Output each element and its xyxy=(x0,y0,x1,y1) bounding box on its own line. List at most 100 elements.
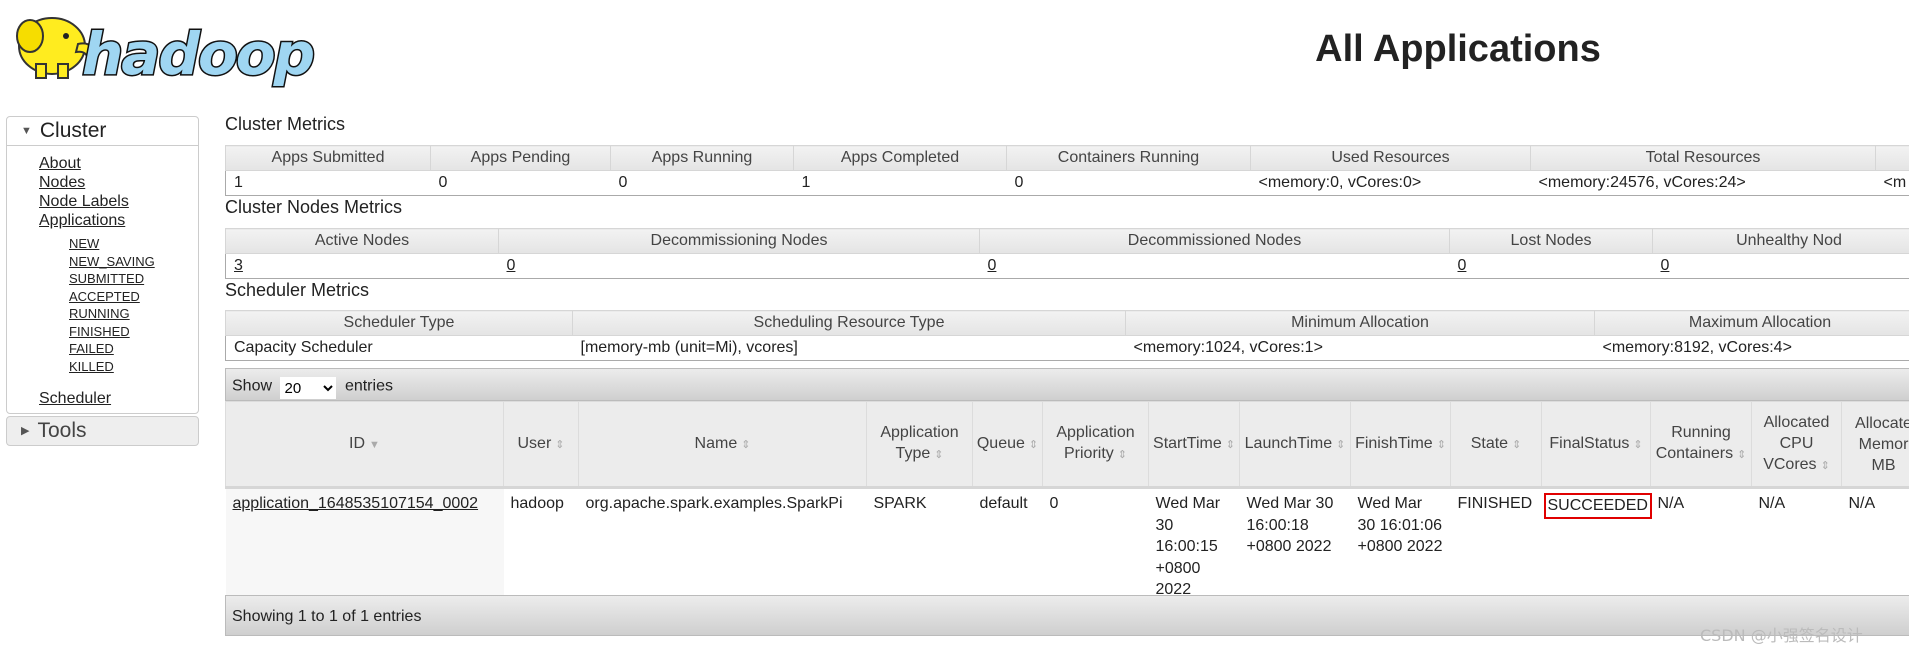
column-header-label: Allocate Memor MB xyxy=(1855,414,1909,474)
sort-icon[interactable]: ⇕ xyxy=(1737,449,1746,461)
app-state-finished[interactable]: FINISHED xyxy=(7,323,198,341)
table-cell: SUCCEEDED xyxy=(1542,488,1652,605)
cluster_metrics-value: 0 xyxy=(430,170,611,196)
column-header[interactable]: FinishTime ⇕ xyxy=(1350,401,1451,489)
scheduler_metrics-value: [memory-mb (unit=Mi), vcores] xyxy=(572,335,1126,361)
column-header[interactable]: Application Priority ⇕ xyxy=(1042,401,1149,489)
sidebar-link-scheduler[interactable]: Scheduler xyxy=(7,389,198,408)
sort-icon[interactable]: ⇕ xyxy=(934,449,943,461)
sidebar-link-node-labels[interactable]: Node Labels xyxy=(7,192,198,211)
sort-icon[interactable]: ⇕ xyxy=(741,439,750,451)
column-header-label: State xyxy=(1470,434,1509,452)
column-header[interactable]: Allocated CPU VCores ⇕ xyxy=(1751,401,1842,489)
column-header-label: ID xyxy=(349,434,366,452)
cluster_metrics-header: Used Resources xyxy=(1250,145,1531,171)
cluster_metrics-value: 1 xyxy=(793,170,1007,196)
sort-icon[interactable]: ⇕ xyxy=(555,439,564,451)
cluster-header[interactable]: ▼ Cluster xyxy=(7,117,198,146)
nodes_metrics-value: 0 xyxy=(1449,253,1653,279)
scheduler_metrics-header: Scheduling Resource Type xyxy=(572,310,1126,336)
table-cell: hadoop xyxy=(510,495,564,512)
app-state-failed[interactable]: FAILED xyxy=(7,340,198,358)
cluster_metrics-value: <memory:24576, vCores:24> xyxy=(1530,170,1876,196)
entries-label: entries xyxy=(344,377,393,395)
table-cell: application_1648535107154_0002 xyxy=(225,487,504,605)
show-label: Show xyxy=(232,377,273,395)
column-header[interactable]: User ⇕ xyxy=(503,401,579,489)
scheduler_metrics-header: Scheduler Type xyxy=(225,310,573,336)
nodes_metrics-value: 0 xyxy=(498,253,980,279)
column-header[interactable]: Queue ⇕ xyxy=(972,401,1043,489)
page-size-select[interactable]: 20 xyxy=(280,377,337,399)
app-state-new[interactable]: NEW xyxy=(7,235,198,253)
column-header[interactable]: FinalStatus ⇕ xyxy=(1541,401,1651,489)
nodes_metrics-header: Lost Nodes xyxy=(1449,228,1653,254)
app-state-killed[interactable]: KILLED xyxy=(7,358,198,376)
svg-text:hadoop: hadoop xyxy=(82,20,314,88)
nodes_metrics-value: 0 xyxy=(979,253,1450,279)
app-state-accepted[interactable]: ACCEPTED xyxy=(7,288,198,306)
table-cell: Wed Mar 30 16:00:15 +0800 2022 xyxy=(1155,495,1221,598)
sort-icon[interactable]: ⇕ xyxy=(1336,439,1345,451)
app-state-submitted[interactable]: SUBMITTED xyxy=(7,270,198,288)
app-state-running[interactable]: RUNNING xyxy=(7,305,198,323)
nodes_metrics-link[interactable]: 0 xyxy=(1661,257,1670,274)
sidebar-link-nodes[interactable]: Nodes xyxy=(7,173,198,192)
sidebar-cluster: ▼ Cluster About Nodes Node Labels Applica… xyxy=(6,116,199,414)
sort-icon[interactable]: ⇕ xyxy=(1029,439,1038,451)
column-header-label: User xyxy=(517,434,552,452)
cluster_metrics-header: Apps Pending xyxy=(430,145,611,171)
scheduler_metrics-header: Maximum Allocation xyxy=(1594,310,1909,336)
sort-icon[interactable]: ⇕ xyxy=(1437,439,1446,451)
column-header[interactable]: Allocate Memor MB xyxy=(1841,401,1909,489)
table-cell: N/A xyxy=(1848,495,1876,512)
sidebar-link-applications[interactable]: Applications xyxy=(7,211,198,230)
column-header-label: Queue xyxy=(976,434,1025,452)
tools-label: Tools xyxy=(37,419,87,442)
triangle-down-icon: ▼ xyxy=(21,125,32,137)
column-header[interactable]: ID ▼ xyxy=(225,401,504,489)
column-header[interactable]: StartTime ⇕ xyxy=(1148,401,1240,489)
table-cell: Wed Mar 30 16:00:18 +0800 2022 xyxy=(1246,495,1334,555)
nodes_metrics-value: 0 xyxy=(1652,253,1909,279)
scheduler-metrics-title: Scheduler Metrics xyxy=(225,280,370,300)
sort-icon[interactable]: ⇕ xyxy=(1512,439,1521,451)
column-header[interactable]: LaunchTime ⇕ xyxy=(1239,401,1351,489)
sort-desc-icon[interactable]: ▼ xyxy=(369,439,380,451)
nodes_metrics-header: Decommissioned Nodes xyxy=(979,228,1450,254)
nodes_metrics-link[interactable]: 0 xyxy=(1458,257,1467,274)
scheduler_metrics-value: <memory:8192, vCores:4> xyxy=(1594,335,1909,361)
cluster_metrics-header: Apps Running xyxy=(610,145,794,171)
column-header-label: StartTime xyxy=(1153,434,1222,452)
cluster_metrics-value: 0 xyxy=(610,170,794,196)
scheduler_metrics-header: Minimum Allocation xyxy=(1125,310,1595,336)
sort-icon[interactable]: ⇕ xyxy=(1226,439,1235,451)
scheduler_metrics-value: Capacity Scheduler xyxy=(225,335,573,361)
column-header-label: FinishTime xyxy=(1355,434,1433,452)
nodes_metrics-link[interactable]: 3 xyxy=(234,257,243,274)
column-header-label: Running Containers xyxy=(1655,424,1734,462)
cluster_metrics-value: <m xyxy=(1875,170,1909,196)
column-header[interactable]: Application Type ⇕ xyxy=(866,401,973,489)
sort-icon[interactable]: ⇕ xyxy=(1633,439,1642,451)
table-cell: 0 xyxy=(1049,495,1059,512)
nodes_metrics-link[interactable]: 0 xyxy=(988,257,997,274)
sort-icon[interactable]: ⇕ xyxy=(1821,460,1830,472)
cluster_metrics-value: 1 xyxy=(225,170,431,196)
sidebar-tools[interactable]: ▶ Tools xyxy=(6,416,199,446)
applications-table: ID ▼ User ⇕ Name ⇕ Application Type ⇕ Queue ⇕ Appl… xyxy=(225,401,1909,605)
table-cell: default xyxy=(979,495,1028,512)
cluster_metrics-header: Apps Submitted xyxy=(225,145,431,171)
page-title: All Applications xyxy=(1315,28,1601,70)
application-id-link[interactable]: application_1648535107154_0002 xyxy=(233,495,479,512)
table-cell: N/A xyxy=(1758,495,1786,512)
column-header[interactable]: Name ⇕ xyxy=(578,401,867,489)
column-header[interactable]: State ⇕ xyxy=(1450,401,1542,489)
nodes-metrics-title: Cluster Nodes Metrics xyxy=(225,197,403,217)
sort-icon[interactable]: ⇕ xyxy=(1118,449,1127,461)
column-header[interactable]: Running Containers ⇕ xyxy=(1650,401,1752,489)
app-state-new-saving[interactable]: NEW_SAVING xyxy=(7,253,198,271)
nodes_metrics-link[interactable]: 0 xyxy=(507,257,516,274)
sidebar-link-about[interactable]: About xyxy=(7,154,198,173)
table-cell: N/A xyxy=(1657,495,1685,512)
